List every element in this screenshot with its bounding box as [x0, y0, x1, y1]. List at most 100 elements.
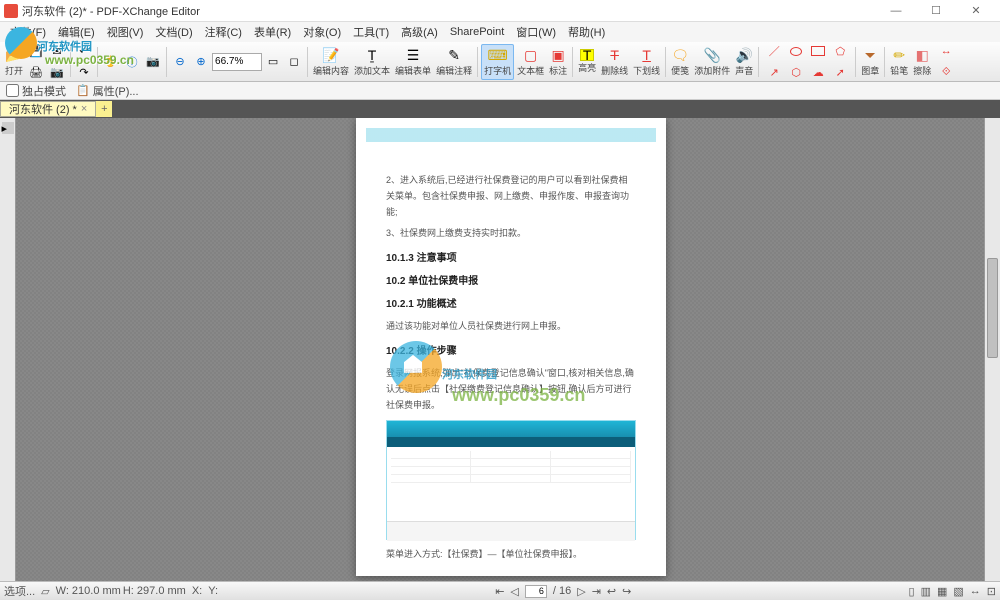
add-text-button[interactable]: Ṯ添加文本 — [352, 44, 392, 80]
fit-page-icon[interactable]: ⊡ — [987, 585, 996, 598]
edit-content-button[interactable]: 📝编辑内容 — [311, 44, 351, 80]
menu-window[interactable]: 窗口(W) — [510, 24, 562, 40]
nav-last-icon[interactable]: ⇥ — [592, 585, 601, 598]
arrow-icon[interactable]: ↗ — [764, 62, 784, 82]
edit-form-button[interactable]: ☰编辑表单 — [393, 44, 433, 80]
zoom-in-button[interactable]: ⊕ — [191, 52, 211, 72]
status-bar: 选项... ▱ W: 210.0 mm H: 297.0 mm X: Y: ⇤ … — [0, 581, 1000, 600]
save-button[interactable]: 💾 — [26, 41, 46, 61]
strike-icon: T — [606, 46, 624, 64]
main-toolbar: 📂 打开 💾 🖨 ✉ 📷 ↶ ↷ ✋ Ⓘ 📷 ⊖ ⊕ ▭ ◻ 📝编辑内容 Ṯ添加… — [0, 42, 1000, 82]
nav-prev-icon[interactable]: ◁ — [510, 585, 518, 598]
nav-next-icon[interactable]: ▷ — [577, 585, 585, 598]
tab-add-button[interactable]: + — [96, 101, 112, 117]
minimize-button[interactable]: — — [876, 1, 916, 21]
textbox-icon: ▢ — [522, 46, 540, 64]
callout-button[interactable]: ▣标注 — [547, 44, 569, 80]
email-button[interactable]: ✉ — [47, 41, 67, 61]
vertical-scrollbar[interactable] — [984, 118, 1000, 581]
line-icon[interactable]: ／ — [764, 41, 784, 61]
zoom-out-button[interactable]: ⊖ — [170, 52, 190, 72]
zoom-actual-button[interactable]: ▭ — [263, 52, 283, 72]
zoom-fit-button[interactable]: ◻ — [284, 52, 304, 72]
polyline-icon[interactable]: ⬡ — [786, 62, 806, 82]
callout-icon: ▣ — [549, 46, 567, 64]
undo-button[interactable]: ↶ — [74, 41, 94, 61]
highlight-icon: T — [580, 49, 594, 61]
attach-button[interactable]: 📎添加附件 — [692, 44, 732, 80]
edit-annot-button[interactable]: ✎编辑注释 — [434, 44, 474, 80]
redo-button[interactable]: ↷ — [74, 62, 94, 82]
tab-close-icon[interactable]: × — [81, 103, 87, 115]
textbox-button[interactable]: ▢文本框 — [515, 44, 546, 80]
sound-button[interactable]: 🔊声音 — [733, 44, 755, 80]
crop-icon[interactable]: ▱ — [41, 585, 49, 598]
close-button[interactable]: ✕ — [956, 1, 996, 21]
document-canvas[interactable]: 2、进入系统后,已经进行社保费登记的用户可以看到社保费相关菜单。包含社保费申报、… — [16, 118, 984, 581]
strike-button[interactable]: T删除线 — [599, 44, 630, 80]
nav-first-icon[interactable]: ⇤ — [495, 585, 504, 598]
menu-form[interactable]: 表单(R) — [248, 24, 297, 40]
menu-tools[interactable]: 工具(T) — [347, 24, 395, 40]
stamp-button[interactable]: ⏷图章 — [859, 44, 881, 80]
workspace: ▸ 2、进入系统后,已经进行社保费登记的用户可以看到社保费相关菜单。包含社保费申… — [0, 118, 1000, 581]
menu-view[interactable]: 视图(V) — [101, 24, 150, 40]
folder-open-icon: 📂 — [5, 46, 23, 64]
stamp-icon: ⏷ — [861, 46, 879, 64]
typewriter-button[interactable]: ⌨打字机 — [481, 44, 514, 80]
measure2-icon[interactable]: ⟐ — [936, 62, 956, 82]
highlight-button[interactable]: T高亮 — [576, 44, 598, 80]
cloud-icon[interactable]: ☁ — [808, 62, 828, 82]
edit-content-icon: 📝 — [322, 46, 340, 64]
pencil-icon: ✏ — [890, 46, 908, 64]
nav-fwd-icon[interactable]: ↪ — [622, 585, 631, 598]
page-width: W: 210.0 mm — [56, 585, 121, 597]
typewriter-icon: ⌨ — [489, 46, 507, 64]
polygon-icon[interactable]: ⬠ — [830, 41, 850, 61]
erase-button[interactable]: ◧擦除 — [911, 44, 933, 80]
properties-button[interactable]: 📋 属性(P)... — [76, 83, 139, 99]
doc-heading: 10.2.2 操作步骤 — [386, 342, 636, 357]
nav-back-icon[interactable]: ↩ — [607, 585, 616, 598]
menu-sharepoint[interactable]: SharePoint — [444, 26, 510, 38]
select-tool-button[interactable]: Ⓘ — [122, 52, 142, 72]
tab-active[interactable]: 河东软件 (2) *× — [0, 101, 96, 117]
sidebar-expand-icon[interactable]: ▸ — [2, 122, 14, 134]
shape-annotations[interactable]: ／ ⬠ ↗⬡☁➚ — [762, 41, 852, 82]
app-icon — [4, 4, 18, 18]
embedded-screenshot — [386, 420, 636, 540]
layout-cont-icon[interactable]: ▥ — [921, 585, 931, 598]
menu-object[interactable]: 对象(O) — [297, 24, 347, 40]
layout-facing-icon[interactable]: ▦ — [937, 585, 947, 598]
doc-paragraph: 登录网报系统,弹出"社保费登记信息确认"窗口,核对相关信息,确认无误后点击【社保… — [386, 365, 636, 414]
menu-bar: 文件(F) 编辑(E) 视图(V) 文档(D) 注释(C) 表单(R) 对象(O… — [0, 22, 1000, 42]
page-number-input[interactable] — [525, 585, 547, 598]
doc-heading: 10.1.3 注意事项 — [386, 249, 636, 264]
zoom-input[interactable] — [212, 53, 262, 71]
print-button[interactable]: 🖨 — [26, 62, 46, 82]
pencil-button[interactable]: ✏铅笔 — [888, 44, 910, 80]
options-button[interactable]: 选项... — [4, 583, 35, 599]
hand-tool-button[interactable]: ✋ — [101, 52, 121, 72]
rect-icon[interactable] — [808, 41, 828, 61]
exclusive-mode-checkbox[interactable]: 独占模式 — [6, 83, 66, 99]
underline-button[interactable]: T下划线 — [631, 44, 662, 80]
scan-button[interactable]: 📷 — [47, 62, 67, 82]
menu-file[interactable]: 文件(F) — [4, 24, 52, 40]
menu-document[interactable]: 文档(D) — [149, 24, 198, 40]
menu-help[interactable]: 帮助(H) — [562, 24, 611, 40]
menu-annotate[interactable]: 注释(C) — [199, 24, 248, 40]
note-button[interactable]: 🗨便笺 — [669, 44, 691, 80]
oval-icon[interactable] — [786, 41, 806, 61]
maximize-button[interactable]: ☐ — [916, 1, 956, 21]
snapshot-button[interactable]: 📷 — [143, 52, 163, 72]
layout-single-icon[interactable]: ▯ — [909, 585, 915, 598]
menu-edit[interactable]: 编辑(E) — [52, 24, 101, 40]
menu-advanced[interactable]: 高级(A) — [395, 24, 444, 40]
layout-book-icon[interactable]: ▧ — [953, 585, 963, 598]
measure1-icon[interactable]: ↔ — [936, 41, 956, 61]
fit-width-icon[interactable]: ↔ — [970, 585, 981, 597]
scrollbar-thumb[interactable] — [987, 258, 998, 358]
open-button[interactable]: 📂 打开 — [3, 44, 25, 80]
arrow2-icon[interactable]: ➚ — [830, 62, 850, 82]
